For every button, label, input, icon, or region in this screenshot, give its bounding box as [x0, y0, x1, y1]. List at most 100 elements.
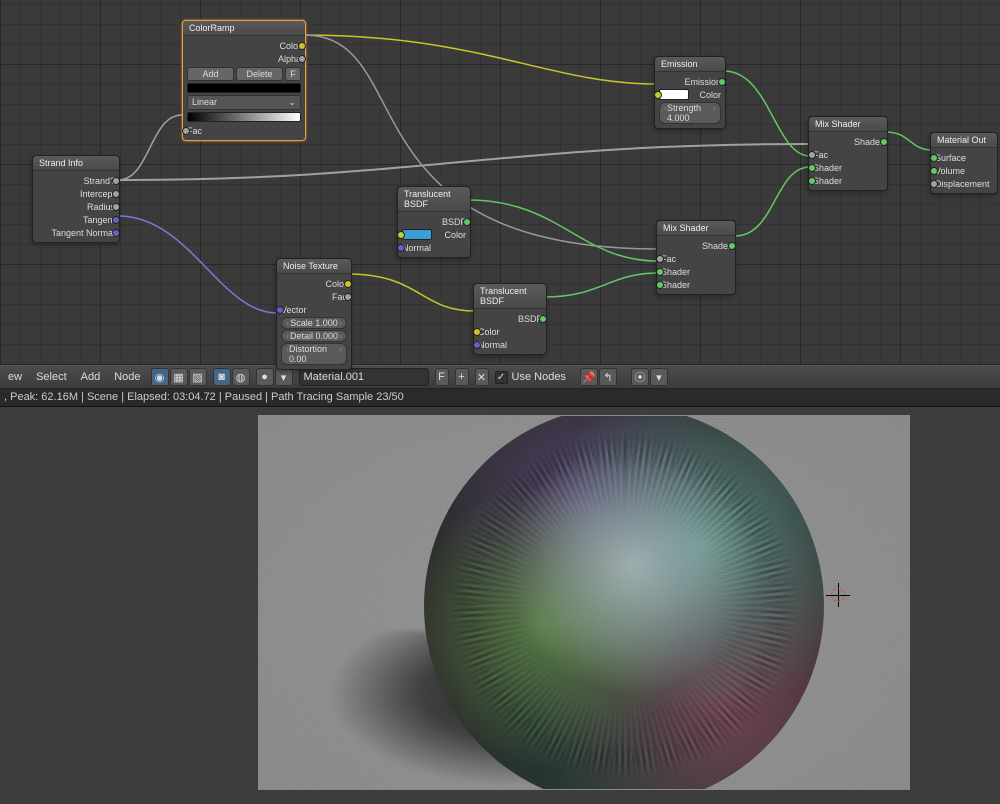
- node-title: Strand Info: [39, 158, 83, 168]
- socket-label: Vector: [281, 305, 307, 315]
- snap-icon[interactable]: ⦿: [631, 368, 649, 386]
- socket-in[interactable]: [656, 281, 664, 289]
- socket-in[interactable]: [473, 328, 481, 336]
- node-header[interactable]: Translucent BSDF: [474, 284, 546, 309]
- add-material-button[interactable]: +: [455, 368, 469, 386]
- socket-in[interactable]: [930, 167, 938, 175]
- object-data-icon[interactable]: ◙: [213, 368, 231, 386]
- interpolation-select[interactable]: Linear ⌄: [187, 95, 301, 110]
- socket-out[interactable]: [728, 242, 736, 250]
- socket-in[interactable]: [656, 268, 664, 276]
- socket-label: Normal: [402, 243, 431, 253]
- menu-add[interactable]: Add: [77, 371, 105, 383]
- node-header[interactable]: Translucent BSDF: [398, 187, 470, 212]
- socket-out[interactable]: [112, 229, 120, 237]
- socket-in[interactable]: [276, 306, 284, 314]
- snap-target-icon[interactable]: ▾: [650, 368, 668, 386]
- node-emission[interactable]: Emission Emission Color ‹Strength 4.000›: [654, 56, 726, 129]
- color-swatch[interactable]: [402, 229, 432, 240]
- node-title: Translucent BSDF: [480, 286, 527, 306]
- 2d-cursor-icon[interactable]: [826, 583, 850, 607]
- socket-out[interactable]: [112, 177, 120, 185]
- node-mix-shader-1[interactable]: Mix Shader Shader Fac Shader Shader: [656, 220, 736, 295]
- socket-in[interactable]: [808, 164, 816, 172]
- node-title: Noise Texture: [283, 261, 338, 271]
- scale-field[interactable]: ‹Scale 1.000›: [281, 317, 347, 329]
- node-strand-info[interactable]: Strand Info Strand? Intercept Radius Tan…: [32, 155, 120, 243]
- socket-label: Color: [699, 90, 721, 100]
- flip-button[interactable]: F: [285, 67, 301, 81]
- socket-out[interactable]: [539, 315, 547, 323]
- socket-out[interactable]: [880, 138, 888, 146]
- image-editor-viewport[interactable]: [0, 407, 1000, 804]
- status-text: , Peak: 62.16M | Scene | Elapsed: 03:04.…: [4, 391, 404, 403]
- node-color-ramp[interactable]: ColorRamp Color Alpha Add Delete F Linea…: [182, 20, 306, 141]
- socket-label: Color: [444, 230, 466, 240]
- socket-label: Shader: [813, 163, 842, 173]
- socket-out[interactable]: [298, 42, 306, 50]
- node-editor-header: ew Select Add Node ◉ ▦ ▨ ◙ ◍ ● ▾ F + ✕ ✓…: [0, 365, 1000, 389]
- delete-button[interactable]: Delete: [236, 67, 283, 81]
- socket-in[interactable]: [182, 127, 190, 135]
- socket-label: Normal: [478, 340, 507, 350]
- distortion-field[interactable]: ‹Distortion 0.00›: [281, 343, 347, 365]
- ramp-preview[interactable]: [187, 83, 301, 93]
- node-translucent-bsdf-1[interactable]: Translucent BSDF BSDF Color Normal: [397, 186, 471, 258]
- socket-out[interactable]: [298, 55, 306, 63]
- node-header[interactable]: Strand Info: [33, 156, 119, 171]
- socket-label: Surface: [935, 153, 966, 163]
- node-header[interactable]: Noise Texture: [277, 259, 351, 274]
- material-name-input[interactable]: [299, 368, 429, 386]
- menu-node[interactable]: Node: [110, 371, 144, 383]
- material-browse-icon[interactable]: ▾: [275, 368, 293, 386]
- socket-out[interactable]: [112, 216, 120, 224]
- texture-type-icon[interactable]: ▨: [189, 368, 207, 386]
- node-title: Material Out: [937, 135, 986, 145]
- shader-type-icon[interactable]: ◉: [151, 368, 169, 386]
- socket-in[interactable]: [930, 154, 938, 162]
- compositor-type-icon[interactable]: ▦: [170, 368, 188, 386]
- node-header[interactable]: Emission: [655, 57, 725, 72]
- detail-field[interactable]: ‹Detail 0.000›: [281, 330, 347, 342]
- socket-in[interactable]: [808, 151, 816, 159]
- node-header[interactable]: Mix Shader: [809, 117, 887, 132]
- menu-select[interactable]: Select: [32, 371, 71, 383]
- socket-in[interactable]: [930, 180, 938, 188]
- node-header[interactable]: ColorRamp: [183, 21, 305, 36]
- node-header[interactable]: Mix Shader: [657, 221, 735, 236]
- node-noise-texture[interactable]: Noise Texture Color Fac Vector ‹Scale 1.…: [276, 258, 352, 370]
- ramp-gradient[interactable]: [187, 112, 301, 122]
- color-swatch[interactable]: [659, 89, 689, 100]
- pin-icon[interactable]: 📌: [580, 368, 598, 386]
- socket-label: Strand?: [83, 176, 115, 186]
- socket-out[interactable]: [112, 190, 120, 198]
- socket-in[interactable]: [397, 244, 405, 252]
- world-data-icon[interactable]: ◍: [232, 368, 250, 386]
- select-value: Linear: [192, 97, 217, 108]
- socket-in[interactable]: [808, 177, 816, 185]
- chevron-icon: ⌄: [288, 97, 296, 108]
- strength-field[interactable]: ‹Strength 4.000›: [659, 102, 721, 124]
- socket-out[interactable]: [112, 203, 120, 211]
- node-translucent-bsdf-2[interactable]: Translucent BSDF BSDF Color Normal: [473, 283, 547, 355]
- menu-view[interactable]: ew: [4, 371, 26, 383]
- unlink-material-button[interactable]: ✕: [475, 368, 489, 386]
- sphere-icon[interactable]: ●: [256, 368, 274, 386]
- socket-out[interactable]: [463, 218, 471, 226]
- socket-in[interactable]: [654, 91, 662, 99]
- node-mix-shader-2[interactable]: Mix Shader Shader Fac Shader Shader: [808, 116, 888, 191]
- node-editor-area[interactable]: Strand Info Strand? Intercept Radius Tan…: [0, 0, 1000, 365]
- use-nodes-checkbox[interactable]: ✓: [495, 371, 508, 384]
- socket-in[interactable]: [656, 255, 664, 263]
- node-material-output[interactable]: Material Out Surface Volume Displacement: [930, 132, 998, 194]
- fake-user-button[interactable]: F: [435, 368, 449, 386]
- go-parent-icon[interactable]: ↰: [599, 368, 617, 386]
- socket-out[interactable]: [344, 280, 352, 288]
- socket-out[interactable]: [718, 78, 726, 86]
- socket-out[interactable]: [344, 293, 352, 301]
- socket-in[interactable]: [473, 341, 481, 349]
- node-header[interactable]: Material Out: [931, 133, 997, 148]
- socket-label: Emission: [684, 77, 721, 87]
- add-button[interactable]: Add: [187, 67, 234, 81]
- socket-in[interactable]: [397, 231, 405, 239]
